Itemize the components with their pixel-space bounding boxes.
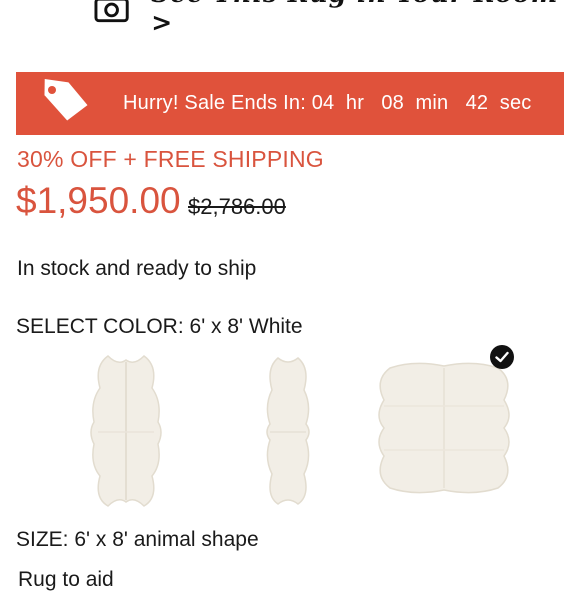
offer-text: 30% OFF + FREE SHIPPING: [17, 146, 324, 173]
color-swatch-double-runner[interactable]: [262, 354, 314, 508]
double-runner-rug-image: [262, 354, 314, 508]
select-color-label: SELECT COLOR: 6' x 8' White: [16, 315, 303, 339]
stock-status: In stock and ready to ship: [17, 257, 256, 281]
size-label-prefix: SIZE:: [16, 528, 69, 551]
sale-countdown: Hurry! Sale Ends In: 04 hr 08 min 42 sec: [123, 72, 531, 135]
camera-icon: [94, 0, 129, 23]
size-value: 6' x 8' animal shape: [74, 528, 258, 551]
sale-banner: Hurry! Sale Ends In: 04 hr 08 min 42 sec: [16, 72, 564, 135]
truncated-text-line: Rug to aid: [18, 568, 114, 592]
four-pelt-rug-image: [88, 352, 164, 510]
see-rug-in-room-link[interactable]: See This Rug in Your Room >: [94, 0, 580, 28]
selected-color-value: 6' x 8' White: [190, 315, 303, 338]
color-swatch-four-pelt[interactable]: [88, 352, 164, 510]
selected-checkmark-icon: [490, 345, 514, 369]
size-label: SIZE: 6' x 8' animal shape: [16, 528, 259, 552]
sale-price: $1,950.00: [16, 180, 181, 222]
see-room-label: See This Rug in Your Room >: [151, 0, 580, 37]
price-tag-icon: [36, 78, 94, 122]
compare-at-price: $2,786.00: [188, 194, 286, 220]
color-swatch-six-pelt[interactable]: [374, 360, 514, 496]
color-label-prefix: SELECT COLOR:: [16, 315, 184, 338]
six-pelt-rug-image: [374, 360, 514, 496]
